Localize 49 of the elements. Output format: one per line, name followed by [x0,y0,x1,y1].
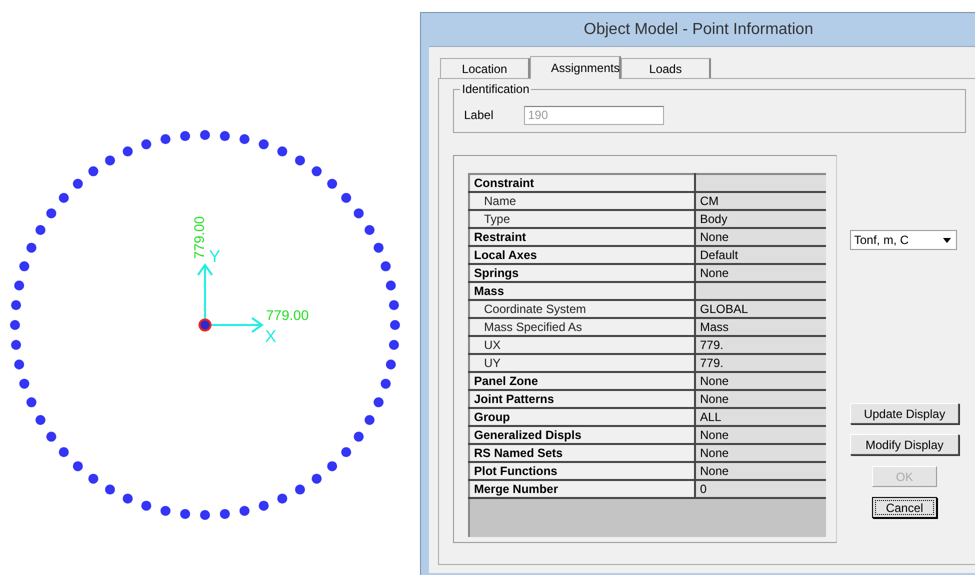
window-title: Object Model - Point Information [582,20,814,40]
property-value: None [695,426,826,444]
property-value: None [695,372,826,390]
dialog-button[interactable]: Update Display [850,403,959,424]
property-name: Restraint [469,228,695,246]
property-name: Group [469,408,695,426]
property-name: Plot Functions [469,462,695,480]
property-name: Joint Patterns [469,390,695,408]
tab[interactable]: Loads [621,58,711,78]
property-value: Mass [695,318,826,336]
property-value: 779. [695,354,826,372]
tab[interactable]: Location [440,58,530,78]
property-name: Merge Number [469,480,695,498]
property-value: GLOBAL [695,300,826,318]
property-value: None [695,444,826,462]
property-name: Local Axes [469,246,695,264]
property-value: None [695,462,826,480]
property-value: CM [695,192,826,210]
property-name: Mass Specified As [469,318,695,336]
field-label: Label [464,108,494,122]
dialog-button[interactable]: Cancel [872,497,937,518]
property-name: RS Named Sets [469,444,695,462]
group-title: Identification [460,82,532,96]
property-value: Default [695,246,826,264]
property-name: Mass [469,282,695,300]
property-value: None [695,264,826,282]
property-value: 0 [695,480,826,498]
property-name: UY [469,354,695,372]
property-name: Panel Zone [469,372,695,390]
property-name: Constraint [469,174,695,192]
property-name: Name [469,192,695,210]
property-value: 779. [695,336,826,354]
tab[interactable]: Assignments [530,56,621,79]
property-name: Coordinate System [469,300,695,318]
axis-value: 779.00 [191,216,207,259]
property-name: Generalized Displs [469,426,695,444]
property-value: ALL [695,408,826,426]
property-name: Springs [469,264,695,282]
property-value: None [695,228,826,246]
axis-value: 779.00 [266,307,309,323]
dialog-button[interactable]: Modify Display [850,434,959,455]
origin-point-icon [198,318,212,332]
units-dropdown[interactable]: Tonf, m, C [850,230,957,250]
axis-letter: Y [209,247,220,266]
property-value: Body [695,210,826,228]
property-value: None [695,390,826,408]
property-name: UX [469,336,695,354]
property-name: Type [469,210,695,228]
axis-letter: X [265,327,276,346]
